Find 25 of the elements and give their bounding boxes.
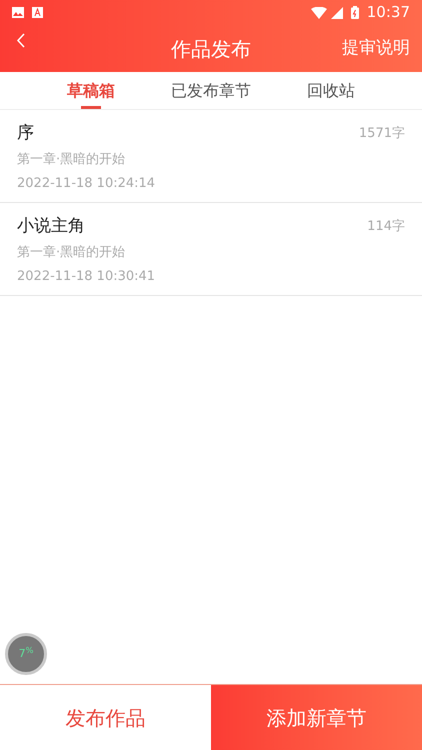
review-guide-link[interactable]: 提审说明 [342, 36, 422, 62]
chapter-name: 第一章·黑暗的开始 [17, 244, 126, 262]
progress-text: 7$^{%}$ [18, 646, 34, 662]
signal-icon [330, 6, 343, 18]
chapter-name: 第一章·黑暗的开始 [17, 151, 126, 169]
image-icon [12, 7, 24, 18]
tab[interactable]: 草稿箱 [59, 72, 123, 109]
draft-title: 小说主角 [17, 215, 86, 237]
draft-title: 序 [17, 122, 35, 144]
back-icon [16, 33, 24, 48]
draft-date: 2022-11-18 10:30:41 [17, 268, 156, 286]
draft-date: 2022-11-18 10:24:14 [17, 174, 156, 192]
text-icon [32, 7, 43, 18]
draft-item[interactable]: 小说主角 第一章·黑暗的开始 2022-11-18 10:30:41 114字 [0, 203, 422, 296]
status-time: 10:37 [366, 2, 410, 24]
wifi-icon [310, 6, 327, 18]
progress-bubble[interactable]: 7$^{%}$ [5, 633, 47, 675]
tab[interactable]: 已发布章节 [163, 72, 259, 109]
tab[interactable]: 回收站 [299, 72, 363, 109]
battery-icon [350, 6, 359, 19]
word-count: 1571字 [358, 125, 405, 143]
page-title: 作品发布 [171, 36, 251, 62]
word-count: 114字 [367, 218, 405, 236]
draft-item[interactable]: 序 第一章·黑暗的开始 2022-11-18 10:24:14 1571字 [0, 110, 422, 203]
add-chapter-button[interactable]: 添加新章节 [211, 685, 422, 750]
